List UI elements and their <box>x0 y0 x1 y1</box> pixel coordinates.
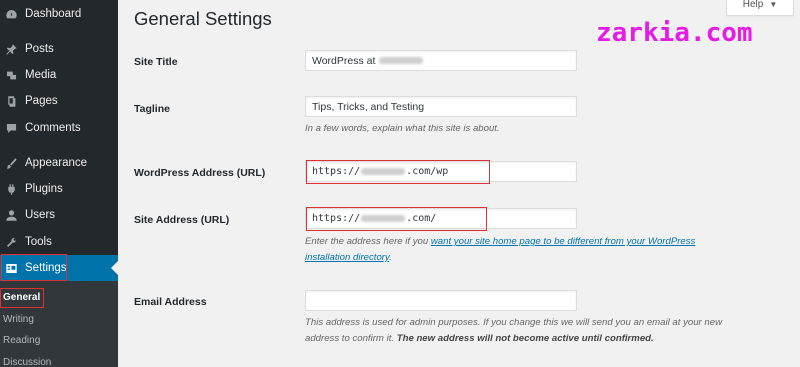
dashboard-icon <box>4 7 18 21</box>
site-title-label: Site Title <box>134 56 178 68</box>
highlight-box-general <box>0 288 44 308</box>
sidebar-item-plugins[interactable]: Plugins <box>0 176 118 202</box>
sidebar-item-pages[interactable]: Pages <box>0 88 118 114</box>
sidebar-item-label: Posts <box>25 43 54 55</box>
pin-icon <box>4 42 18 56</box>
submenu-item-discussion[interactable]: Discussion <box>3 357 51 367</box>
sidebar-item-label: Comments <box>25 122 81 134</box>
users-icon <box>4 208 18 222</box>
redacted-text <box>379 57 424 64</box>
active-indicator <box>111 261 118 275</box>
sidebar-item-posts[interactable]: Posts <box>0 36 118 62</box>
media-icon <box>4 68 18 82</box>
email-description: This address is used for admin purposes.… <box>305 317 723 344</box>
submenu-item-writing[interactable]: Writing <box>3 314 34 325</box>
sidebar-item-label: Tools <box>25 236 52 248</box>
page-title: General Settings <box>134 8 272 29</box>
site-address-help-link[interactable]: want your site home page to be different… <box>431 236 695 247</box>
highlight-box-wp-address <box>306 160 490 184</box>
sidebar-item-label: Plugins <box>25 183 63 195</box>
tagline-label: Tagline <box>134 103 170 115</box>
site-address-label: Site Address (URL) <box>134 214 230 226</box>
watermark: zarkia.com <box>596 18 753 48</box>
sidebar-item-label: Dashboard <box>25 8 82 20</box>
tagline-description: In a few words, explain what this site i… <box>305 123 500 134</box>
tagline-input[interactable]: Tips, Tricks, and Testing <box>305 96 577 117</box>
sidebar-item-label: Pages <box>25 95 58 107</box>
brush-icon <box>4 156 18 170</box>
site-address-description: Enter the address here if you want your … <box>305 236 696 263</box>
sidebar-item-appearance[interactable]: Appearance <box>0 150 118 176</box>
sidebar-item-label: Appearance <box>25 157 88 169</box>
sidebar-item-comments[interactable]: Comments <box>0 115 118 141</box>
comment-icon <box>4 121 18 135</box>
sidebar-item-label: Media <box>25 69 57 81</box>
help-button[interactable]: Help ▼ <box>726 0 794 16</box>
sidebar-item-label: Users <box>25 209 56 221</box>
email-label: Email Address <box>134 296 207 308</box>
wrench-icon <box>4 235 18 249</box>
site-address-help-link-continued[interactable]: installation directory <box>305 252 389 263</box>
sidebar-item-tools[interactable]: Tools <box>0 229 118 255</box>
highlight-box-settings <box>1 254 67 281</box>
plugin-icon <box>4 182 18 196</box>
caret-down-icon: ▼ <box>769 0 778 9</box>
wp-address-label: WordPress Address (URL) <box>134 167 266 179</box>
sidebar-item-users[interactable]: Users <box>0 202 118 228</box>
sidebar-item-dashboard[interactable]: Dashboard <box>0 1 118 27</box>
pages-icon <box>4 94 18 108</box>
sidebar-item-media[interactable]: Media <box>0 62 118 88</box>
highlight-box-site-address <box>306 207 487 231</box>
help-label: Help <box>742 0 764 10</box>
site-title-input[interactable]: WordPress at <box>305 50 577 71</box>
admin-sidebar: Dashboard Posts Media Pages Comments App… <box>0 0 118 367</box>
email-input[interactable] <box>305 290 577 311</box>
submenu-item-reading[interactable]: Reading <box>3 335 40 346</box>
